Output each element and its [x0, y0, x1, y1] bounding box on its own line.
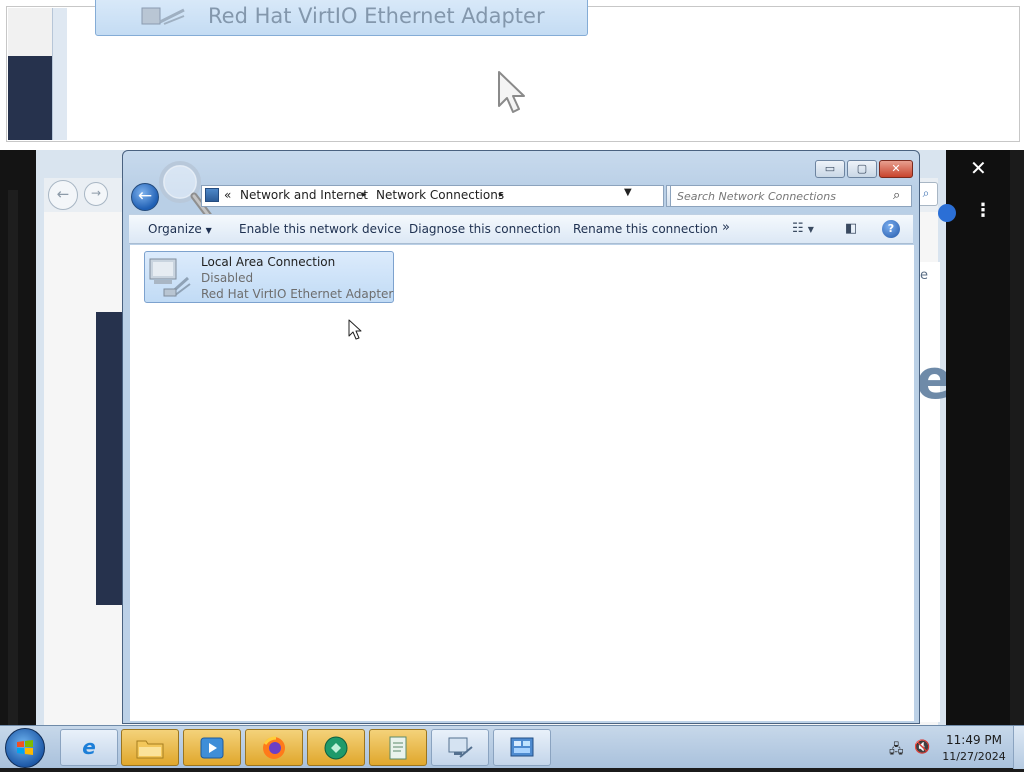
view-details-icon: ☷ [792, 221, 804, 236]
mouse-cursor-icon [348, 319, 362, 344]
zoom-left-panel [8, 8, 52, 56]
connection-adapter: Red Hat VirtIO Ethernet Adapter [201, 287, 394, 301]
background-left-edge [0, 150, 36, 725]
zoom-network-adapter-icon [140, 4, 190, 28]
rename-connection-button[interactable]: Rename this connection [573, 222, 718, 236]
show-desktop-button[interactable] [1013, 726, 1024, 769]
breadcrumb-network-and-internet[interactable]: Network and Internet [240, 188, 368, 202]
notepad-icon [370, 730, 426, 765]
chevron-down-icon[interactable]: ▼ [624, 187, 632, 198]
connection-status: Disabled [201, 271, 254, 285]
green-app-icon [308, 730, 364, 765]
browser-partial-text: e [920, 268, 928, 283]
taskbar: e 🖧 🔇 11:49 PM 11/27/2024 [0, 725, 1024, 769]
list-item[interactable]: Local Area Connection Disabled Red Hat V… [144, 251, 394, 303]
arrow-right-icon: → [90, 186, 102, 200]
taskbar-green-app[interactable] [307, 729, 365, 766]
avatar[interactable] [938, 204, 956, 222]
arrow-left-icon: ← [56, 185, 70, 203]
search-icon[interactable]: ⌕ [893, 188, 900, 203]
connections-pane[interactable]: Local Area Connection Disabled Red Hat V… [130, 245, 914, 721]
control-panel-icon [205, 188, 219, 202]
clock-date[interactable]: 11/27/2024 [942, 750, 1006, 763]
chevron-down-icon: ▼ [205, 226, 212, 235]
media-player-icon [184, 730, 240, 765]
firefox-icon [246, 730, 302, 765]
zoom-adapter-label: Red Hat VirtIO Ethernet Adapter [208, 4, 545, 28]
background-left-bar [8, 190, 18, 725]
control-panel-icon [494, 730, 550, 765]
search-input[interactable] [677, 187, 877, 205]
chevron-right-icon[interactable]: ▸ [362, 190, 367, 200]
windows-logo-icon [17, 740, 33, 755]
close-icon[interactable]: ✕ [970, 156, 987, 180]
taskbar-control-panel[interactable] [493, 729, 551, 766]
browser-forward-button[interactable]: → [84, 182, 108, 206]
zoom-left-dark-panel [8, 56, 52, 140]
taskbar-media-player[interactable] [183, 729, 241, 766]
more-commands-button[interactable]: » [722, 220, 730, 235]
breadcrumb-network-connections[interactable]: Network Connections [376, 188, 504, 202]
minimize-icon: ▭ [824, 162, 836, 175]
organize-label: Organize [148, 222, 202, 236]
search-field[interactable]: ⌕ [670, 185, 912, 207]
change-view-button[interactable]: ☷ ▼ [792, 221, 814, 236]
network-status-icon[interactable]: 🖧 [889, 740, 904, 762]
preview-pane-button[interactable]: ◧ [845, 221, 857, 236]
taskbar-firefox[interactable] [245, 729, 303, 766]
taskbar-internet-explorer[interactable]: e [60, 729, 118, 766]
arrow-left-icon: ← [137, 186, 153, 206]
command-bar: Organize ▼ Enable this network device Di… [129, 214, 913, 244]
more-options-icon[interactable]: ⋮ [974, 200, 992, 221]
maximize-button[interactable]: ▢ [847, 160, 877, 178]
clock-time[interactable]: 11:49 PM [946, 733, 1002, 747]
chevron-down-icon: ▼ [807, 225, 814, 234]
folder-icon [122, 730, 178, 765]
connection-name: Local Area Connection [201, 255, 336, 269]
network-connections-window[interactable]: ▭ ▢ ✕ ← « Network and Internet ▸ Network… [122, 150, 920, 724]
back-button[interactable]: ← [131, 183, 159, 211]
ie-icon: e [82, 735, 96, 759]
zoom-window-edge [52, 8, 67, 140]
start-button[interactable] [5, 728, 45, 768]
help-icon: ? [887, 222, 895, 235]
background-dark-window-edge: ✕ ⋮ [938, 150, 1010, 725]
help-button[interactable]: ? [882, 220, 900, 238]
taskbar-notepad[interactable] [369, 729, 427, 766]
taskbar-network-connections[interactable] [431, 729, 489, 766]
close-icon: ✕ [891, 162, 901, 175]
zoom-magnifier-view: Red Hat VirtIO Ethernet Adapter [0, 0, 1024, 150]
diagnose-connection-button[interactable]: Diagnose this connection [409, 222, 561, 236]
volume-muted-icon[interactable]: 🔇 [914, 740, 930, 755]
network-window-icon [432, 730, 488, 765]
maximize-icon: ▢ [856, 162, 868, 175]
preview-pane-icon: ◧ [845, 221, 858, 236]
taskbar-file-explorer[interactable] [121, 729, 179, 766]
browser-back-button[interactable]: ← [48, 180, 78, 210]
minimize-button[interactable]: ▭ [815, 160, 845, 178]
address-bar[interactable]: « Network and Internet ▸ Network Connect… [201, 185, 664, 207]
network-adapter-icon [148, 256, 192, 300]
zoom-mouse-cursor-icon [497, 70, 527, 117]
organize-menu[interactable]: Organize ▼ [148, 222, 212, 236]
chevron-right-icon[interactable]: ▸ [499, 190, 504, 200]
close-button[interactable]: ✕ [879, 160, 913, 178]
breadcrumb-overflow[interactable]: « [224, 188, 231, 202]
enable-device-button[interactable]: Enable this network device [239, 222, 401, 236]
